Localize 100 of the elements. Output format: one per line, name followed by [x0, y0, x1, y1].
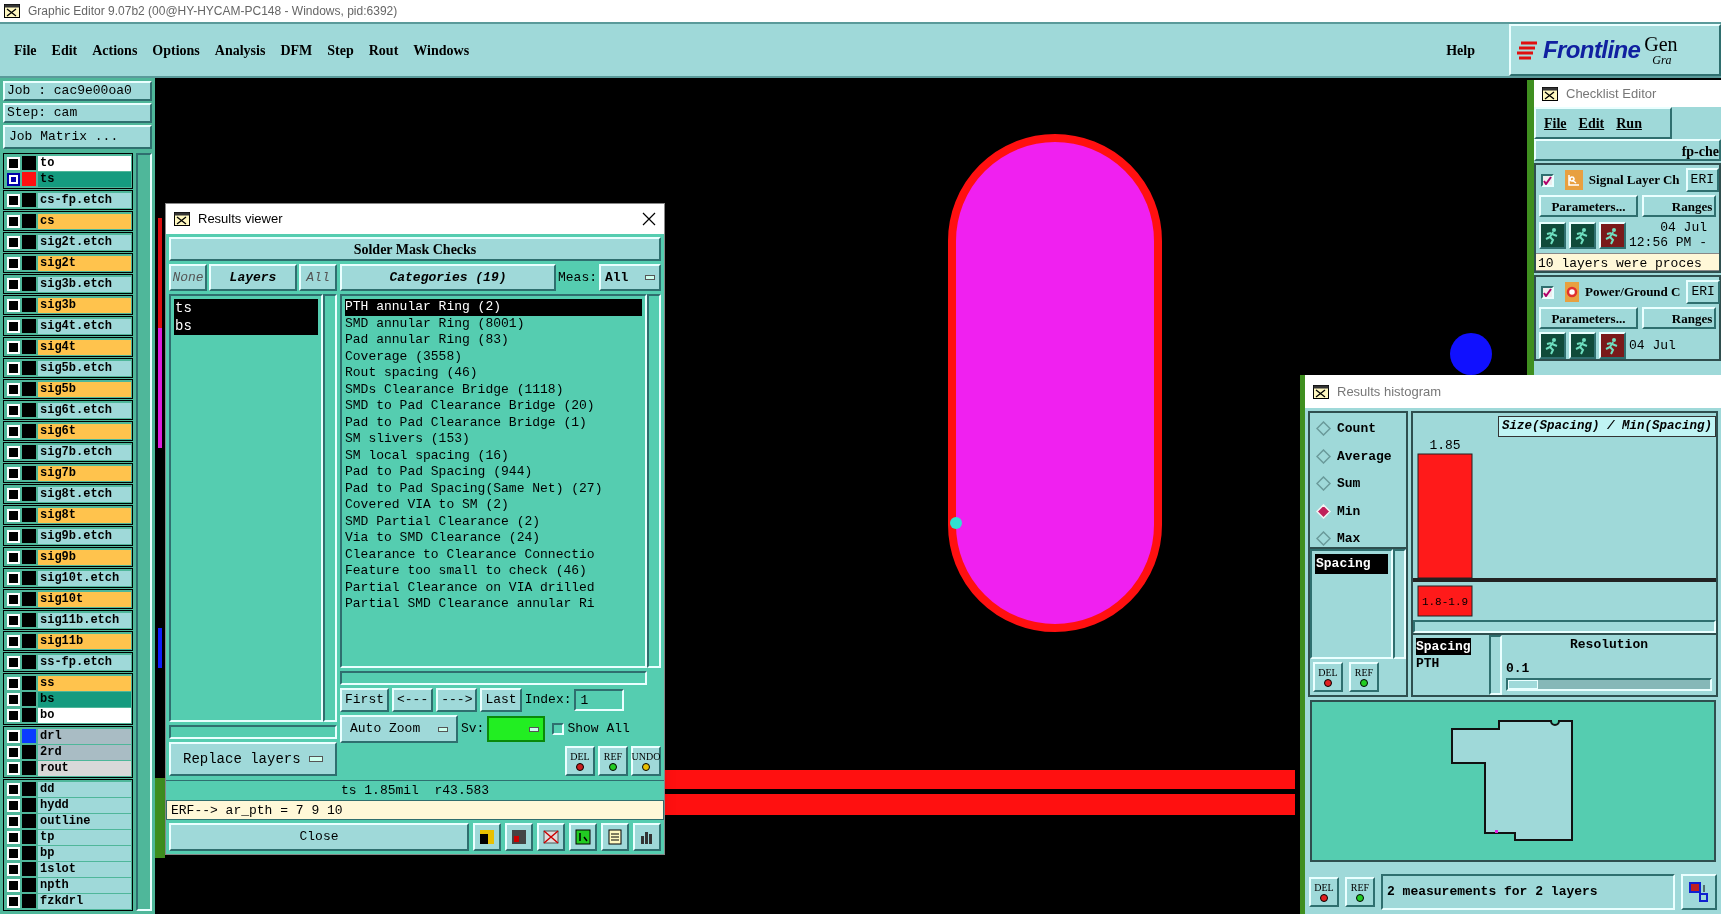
meas-dropdown[interactable]: All — [599, 264, 661, 291]
category-list-item[interactable]: Pad to Pad Spacing (944) — [345, 464, 642, 481]
tool-button[interactable]: DEL — [1313, 662, 1343, 692]
layer-name[interactable]: cs-fp.etch — [38, 192, 131, 208]
layout-icon[interactable] — [1681, 874, 1717, 910]
layer-name[interactable]: outline — [38, 813, 131, 829]
layer-name[interactable]: ts — [38, 171, 131, 187]
run-icon[interactable] — [1539, 332, 1566, 359]
tool-button[interactable]: REF — [1345, 877, 1375, 907]
layer-name[interactable]: sig10t — [38, 591, 131, 607]
layer-name[interactable]: sig2t.etch — [38, 234, 131, 250]
horizontal-scrollbar[interactable] — [340, 671, 647, 685]
category-list-item[interactable]: Rout spacing (46) — [345, 365, 642, 382]
layer-name[interactable]: sig5b.etch — [38, 360, 131, 376]
tool-button[interactable]: DEL — [565, 746, 595, 776]
vertical-scrollbar[interactable] — [136, 153, 152, 911]
menu-item[interactable]: Options — [152, 39, 200, 61]
menu-item[interactable]: Analysis — [214, 39, 266, 61]
layer-name[interactable]: sig3b — [38, 297, 131, 313]
category-list-item[interactable]: Feature too small to check (46) — [345, 563, 642, 580]
layer-name[interactable]: tp — [38, 829, 131, 845]
close-icon[interactable] — [642, 212, 656, 226]
toolbar-icon[interactable] — [473, 823, 501, 851]
navigation-button[interactable]: <--- — [392, 688, 434, 712]
resolution-slider-track[interactable] — [1506, 678, 1712, 691]
layer-name[interactable]: bo — [38, 707, 131, 723]
run-icon[interactable] — [1569, 332, 1596, 359]
replace-layers-dropdown[interactable]: Replace layers — [169, 742, 337, 776]
menu-item[interactable]: Rout — [368, 39, 399, 61]
layer-name[interactable]: sig11b.etch — [38, 612, 131, 628]
menu-item[interactable]: Edit — [51, 39, 78, 61]
layer-name[interactable]: rout — [38, 760, 131, 776]
category-list-item[interactable]: SMD annular Ring (8001) — [345, 315, 642, 332]
layer-name[interactable]: sig3b.etch — [38, 276, 131, 292]
run-icon[interactable] — [1539, 221, 1566, 249]
run-icon[interactable] — [1569, 221, 1596, 249]
layer-name[interactable]: hydd — [38, 797, 131, 813]
measure-list-item[interactable]: Spacing — [1315, 554, 1388, 574]
layer-name[interactable]: ss — [38, 675, 131, 691]
category-list-item[interactable]: Covered VIA to SM (2) — [345, 497, 642, 514]
show-all-checkbox[interactable] — [552, 723, 565, 735]
vertical-scrollbar[interactable] — [647, 294, 661, 668]
mode-radio[interactable] — [1316, 421, 1331, 437]
close-button[interactable]: Close — [169, 823, 469, 851]
toolbar-icon[interactable] — [505, 823, 533, 851]
layer-checkbox[interactable] — [7, 172, 20, 186]
layer-name[interactable]: cs — [38, 213, 131, 229]
run-icon[interactable] — [1599, 332, 1626, 359]
erf-button[interactable]: ERI — [1686, 280, 1720, 304]
layer-name[interactable]: npth — [38, 877, 131, 893]
tool-button[interactable]: UNDO — [631, 746, 661, 776]
category-list-item[interactable]: Via to SMD Clearance (24) — [345, 530, 642, 547]
check-checkbox[interactable] — [1541, 173, 1554, 187]
tool-button[interactable]: REF — [1349, 662, 1379, 692]
menu-item[interactable]: Windows — [413, 39, 470, 61]
category-list-item[interactable]: SMD Partial Clearance (2) — [345, 513, 642, 530]
layer-name[interactable]: bp — [38, 845, 131, 861]
category-list-item[interactable]: SMDs Clearance Bridge (1118) — [345, 381, 642, 398]
category-list-item[interactable]: SMD to Pad Clearance Bridge (20) — [345, 398, 642, 415]
menu-item[interactable]: Step — [327, 39, 354, 61]
layer-name[interactable]: sig9b — [38, 549, 131, 565]
layer-name[interactable]: sig7b.etch — [38, 444, 131, 460]
layer-name[interactable]: sig2t — [38, 255, 131, 271]
layer-filter-button[interactable]: Layers — [209, 264, 297, 291]
horizontal-scrollbar[interactable] — [169, 725, 337, 739]
layer-name[interactable]: sig10t.etch — [38, 570, 131, 586]
layer-name[interactable]: sig6t — [38, 423, 131, 439]
category-list-item[interactable]: Coverage (3558) — [345, 348, 642, 365]
tool-button[interactable]: DEL — [1309, 877, 1339, 907]
menu-item[interactable]: DFM — [280, 39, 313, 61]
layer-name[interactable]: sig8t — [38, 507, 131, 523]
toolbar-icon[interactable] — [633, 823, 661, 851]
layer-name[interactable]: sig5b — [38, 381, 131, 397]
category-list-item[interactable]: Clearance to Clearance Connectio — [345, 546, 642, 563]
layer-name[interactable]: 1slot — [38, 861, 131, 877]
layer-name[interactable]: sig11b — [38, 633, 131, 649]
layer-name[interactable]: 2rd — [38, 744, 131, 760]
category-list-item[interactable]: Partial SMD Clearance annular Ri — [345, 596, 642, 613]
toolbar-icon[interactable] — [569, 823, 597, 851]
horizontal-scrollbar[interactable] — [1413, 620, 1716, 633]
mode-radio[interactable] — [1316, 476, 1331, 492]
sv-dropdown[interactable] — [487, 716, 546, 742]
layer-name[interactable]: sig4t.etch — [38, 318, 131, 334]
navigation-button[interactable]: ---> — [436, 688, 478, 712]
slider-thumb[interactable] — [1508, 680, 1538, 689]
category-list-item[interactable]: Pad annular Ring (83) — [345, 332, 642, 349]
tool-button[interactable]: REF — [598, 746, 628, 776]
menu-item[interactable]: Help — [1446, 39, 1475, 61]
layer-name[interactable]: fzkdrl — [38, 893, 131, 909]
ranges-button[interactable]: Ranges — [1641, 307, 1716, 329]
category-list-item[interactable]: Partial Clearance on VIA drilled — [345, 579, 642, 596]
index-field[interactable]: 1 — [574, 689, 625, 711]
category-list-item[interactable]: Pad to Pad Clearance Bridge (1) — [345, 414, 642, 431]
navigation-button[interactable]: Last — [480, 688, 522, 712]
layer-name[interactable]: sig6t.etch — [38, 402, 131, 418]
layer-name[interactable]: sig9b.etch — [38, 528, 131, 544]
mode-radio[interactable] — [1316, 448, 1331, 464]
layer-name[interactable]: sig4t — [38, 339, 131, 355]
layer-name[interactable]: sig8t.etch — [38, 486, 131, 502]
run-icon[interactable] — [1599, 221, 1626, 249]
